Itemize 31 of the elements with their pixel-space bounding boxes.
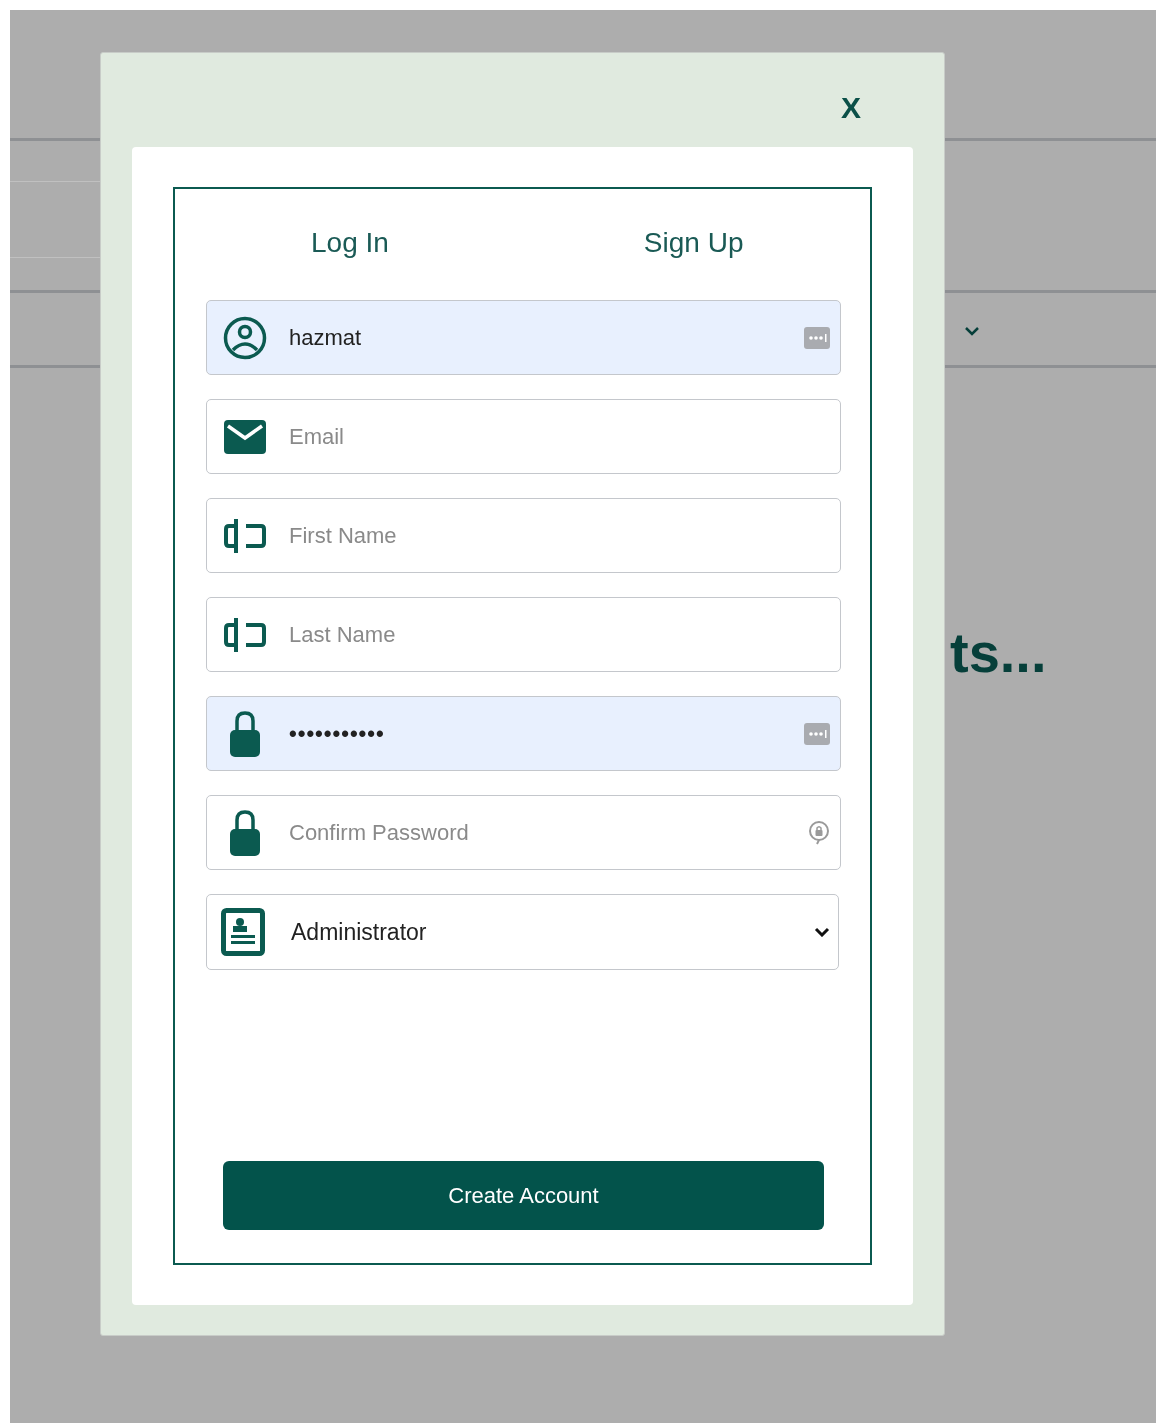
tab[interactable]: Log In [311,221,389,264]
autofill-icon[interactable] [804,326,830,349]
chevron-down-icon [814,927,830,937]
text-input[interactable]: First Name [289,519,830,552]
select-value: Administrator [291,917,428,947]
text-input[interactable]: hazmat [289,321,782,354]
close-button[interactable]: X [841,91,861,125]
input-field[interactable]: Email [206,399,841,474]
envelope-icon [224,419,266,454]
padlock-icon [229,808,261,857]
text-input[interactable]: ••••••••••• [289,717,782,750]
page-heading: ts... [950,625,1047,681]
chevron-down-icon [964,326,980,336]
autofill-icon[interactable] [804,722,830,745]
padlock-icon [229,709,261,758]
user-circle-icon [223,315,267,360]
input-field[interactable]: First Name [206,498,841,573]
name-icon [224,518,266,553]
name-icon [224,617,266,652]
input-field[interactable]: hazmat [206,300,841,375]
text-input[interactable]: Confirm Password [289,816,786,849]
text-input[interactable]: Last Name [289,618,830,651]
create-account-button[interactable]: Create Account [223,1161,824,1230]
input-field[interactable]: Last Name [206,597,841,672]
password-key-icon[interactable] [808,819,830,846]
text-input[interactable]: Email [289,420,830,453]
input-field[interactable]: Confirm Password [206,795,841,870]
input-field[interactable]: ••••••••••• [206,696,841,771]
id-card-icon [221,908,265,956]
tab[interactable]: Sign Up [643,221,744,264]
role-select[interactable]: Administrator [206,894,839,970]
